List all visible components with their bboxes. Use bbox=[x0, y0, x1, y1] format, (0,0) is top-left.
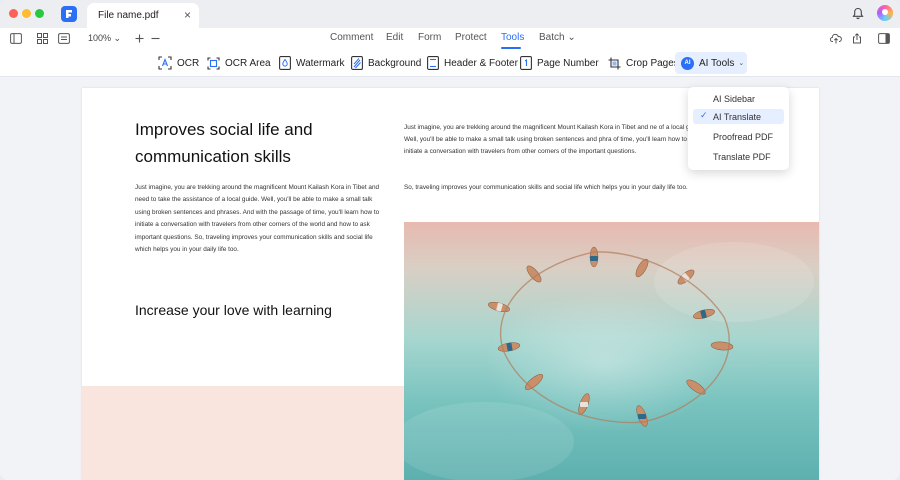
close-window-button[interactable] bbox=[9, 9, 18, 18]
crop-pages-button[interactable]: Crop Pages bbox=[608, 54, 679, 72]
watermark-label: Watermark bbox=[296, 57, 345, 69]
header-footer-icon bbox=[427, 56, 439, 70]
background-icon bbox=[351, 56, 363, 70]
zoom-out-icon[interactable] bbox=[151, 33, 160, 44]
decorative-block bbox=[82, 386, 404, 480]
upload-icon[interactable] bbox=[830, 33, 842, 44]
ocr-area-icon bbox=[207, 56, 220, 70]
menu-item-ai-translate[interactable]: ✓ AI Translate bbox=[693, 109, 784, 124]
active-menu-indicator bbox=[501, 47, 521, 49]
bell-icon[interactable] bbox=[852, 7, 864, 20]
ocr-area-button[interactable]: OCR Area bbox=[207, 54, 271, 72]
menu-item-proofread-pdf[interactable]: Proofread PDF bbox=[693, 129, 784, 144]
page-heading: Improves social life and communication s… bbox=[135, 120, 313, 166]
watermark-icon bbox=[279, 56, 291, 70]
ai-icon: AI bbox=[681, 56, 694, 70]
menu-edit[interactable]: Edit bbox=[386, 32, 403, 43]
background-button[interactable]: Background bbox=[351, 54, 421, 72]
tab-title: File name.pdf bbox=[98, 10, 159, 21]
menu-item-ai-sidebar[interactable]: AI Sidebar bbox=[693, 91, 784, 106]
minimize-window-button[interactable] bbox=[22, 9, 31, 18]
menu-protect[interactable]: Protect bbox=[455, 32, 487, 43]
crop-pages-label: Crop Pages bbox=[626, 57, 679, 69]
page-subheading: Increase your love with learning bbox=[135, 302, 332, 318]
app-logo-icon[interactable] bbox=[61, 6, 77, 22]
crop-icon bbox=[608, 57, 621, 69]
chevron-down-icon: ⌄ bbox=[738, 60, 745, 67]
page-number-button[interactable]: Page Number bbox=[520, 54, 599, 72]
maximize-window-button[interactable] bbox=[35, 9, 44, 18]
ai-tools-button[interactable]: AI AI Tools ⌄ bbox=[675, 52, 747, 74]
ai-tools-label: AI Tools bbox=[699, 57, 735, 69]
check-icon: ✓ bbox=[700, 110, 708, 120]
body-text-right-2: So, traveling improves your communicatio… bbox=[404, 184, 688, 191]
menu-item-label: Translate PDF bbox=[713, 151, 771, 162]
beach-photo bbox=[404, 222, 819, 480]
ai-tools-dropdown: AI Sidebar ✓ AI Translate Proofread PDF … bbox=[688, 87, 789, 170]
zoom-level-select[interactable]: 100% ⌄ bbox=[88, 33, 121, 44]
ocr-icon bbox=[158, 56, 172, 70]
header-footer-button[interactable]: Header & Footer bbox=[427, 54, 518, 72]
body-text-left: Just imagine, you are trekking around th… bbox=[135, 184, 380, 254]
menu-bar: 100% ⌄ Comment Edit Form Protect Tools B… bbox=[0, 28, 900, 50]
ocr-area-label: OCR Area bbox=[225, 57, 271, 69]
share-icon[interactable] bbox=[852, 33, 862, 44]
menu-batch[interactable]: Batch ⌄ bbox=[539, 32, 576, 43]
sidebar-toggle-icon[interactable] bbox=[10, 33, 22, 44]
page-number-icon bbox=[520, 56, 532, 70]
title-bar: File name.pdf × bbox=[0, 0, 900, 28]
tab-close-icon[interactable]: × bbox=[184, 8, 191, 22]
tools-bar: OCR OCR Area Watermark Background Header… bbox=[0, 50, 900, 77]
ocr-button[interactable]: OCR bbox=[158, 54, 199, 72]
ocr-label: OCR bbox=[177, 57, 200, 69]
menu-item-label: Proofread PDF bbox=[713, 131, 774, 142]
menu-item-label: AI Sidebar bbox=[713, 93, 756, 104]
document-tab[interactable]: File name.pdf × bbox=[87, 3, 199, 28]
layout-icon[interactable] bbox=[58, 33, 70, 44]
menu-tools[interactable]: Tools bbox=[501, 32, 524, 43]
menu-item-translate-pdf[interactable]: Translate PDF bbox=[693, 149, 784, 164]
menu-form[interactable]: Form bbox=[418, 32, 441, 43]
zoom-in-icon[interactable] bbox=[135, 33, 144, 44]
app-window: File name.pdf × 100% ⌄ Comment Edit Form… bbox=[0, 0, 900, 480]
panel-toggle-icon[interactable] bbox=[878, 33, 890, 44]
background-label: Background bbox=[368, 57, 422, 69]
header-footer-label: Header & Footer bbox=[444, 57, 518, 69]
grid-view-icon[interactable] bbox=[37, 33, 48, 44]
menu-item-label: AI Translate bbox=[713, 111, 762, 122]
avatar[interactable] bbox=[877, 5, 893, 21]
watermark-button[interactable]: Watermark bbox=[279, 54, 345, 72]
page-number-label: Page Number bbox=[537, 57, 599, 69]
menu-comment[interactable]: Comment bbox=[330, 32, 373, 43]
body-text-right-1: Just imagine, you are trekking around th… bbox=[404, 124, 704, 155]
